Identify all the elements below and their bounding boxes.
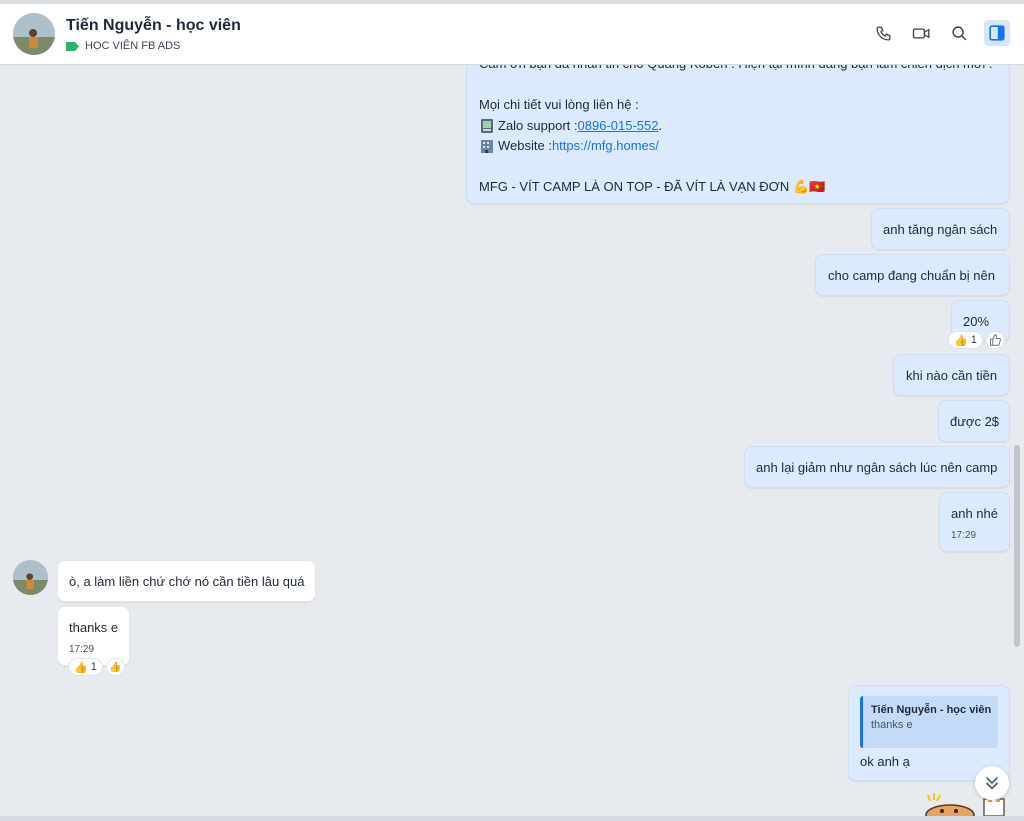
like-outline-icon [990,334,1002,346]
message-time: 17:29 [951,530,977,541]
incoming-message[interactable]: thanks e 17:29 [57,606,130,666]
message-text: 20% [963,314,990,329]
message-text: anh tăng ngân sách [883,222,998,237]
outgoing-message[interactable]: anh tăng ngân sách [871,208,1010,250]
contact-avatar[interactable] [13,13,55,55]
reaction-bar: 👍 1 👍 [68,658,125,676]
outgoing-message[interactable]: anh lại giảm như ngân sách lúc nên camp [744,446,1010,488]
reaction-count-pill[interactable]: 👍 1 [68,658,103,676]
thumbs-up-emoji: 👍 [954,334,968,347]
chat-scrollbar[interactable] [1014,445,1020,647]
zalo-phone-link[interactable]: 0896-015-552 [578,116,659,136]
website-link[interactable]: https://mfg.homes/ [552,136,659,156]
double-chevron-down-icon [986,777,998,790]
zalo-suffix: . [658,117,663,133]
mobile-phone-icon [481,118,493,133]
thumbs-up-emoji: 👍 [74,661,88,674]
message-text: được 2$ [950,414,1000,429]
zalo-label: Zalo support : [498,117,578,133]
scroll-to-bottom-button[interactable] [975,766,1009,800]
reaction-count-pill[interactable]: 👍 1 [948,331,983,349]
website-label: Website : [498,138,552,154]
quoted-text: thanks e [871,719,913,731]
contact-name[interactable]: Tiến Nguyễn - học viên [66,17,241,35]
message-time: 17:29 [69,644,95,655]
office-building-icon [481,140,493,154]
flexed-biceps-emoji: 💪 [793,179,810,195]
website-row: Website : https://mfg.homes/ [479,136,997,157]
message-text: ò, a làm liền chứ chớ nó cần tiền lâu qu… [69,574,305,589]
message-text: thanks e [69,620,119,635]
add-reaction-button[interactable]: 👍 [105,658,125,676]
outgoing-message[interactable]: khi nào cần tiền [893,354,1010,396]
reaction-bar: 👍 1 [948,331,1005,349]
reply-text: ok anh ạ [860,754,910,769]
quoted-sender: Tiến Nguyễn - học viên [871,704,992,716]
label-tag-icon [66,41,79,51]
window-bottom-strip [0,816,1024,821]
incoming-message[interactable]: ò, a làm liền chứ chớ nó cần tiền lâu qu… [57,560,316,602]
auto-reply-message[interactable]: Cảm ơn bạn đã nhắn tin cho Quang Koben .… [466,65,1010,204]
zalo-support-row: Zalo support : 0896-015-552 . [479,116,997,137]
slogan-row: MFG - VÍT CAMP LÀ ON TOP - ĐÃ VÍT LÀ VẠN… [479,177,997,198]
sender-avatar[interactable] [13,560,48,595]
message-text: khi nào cần tiền [906,368,998,383]
message-text: anh lại giảm như ngân sách lúc nên camp [756,460,998,475]
auto-reply-line-2: Mọi chi tiết vui lòng liên hệ : [479,97,639,113]
message-text: cho camp đang chuẩn bị nên [828,268,995,283]
slogan-text: MFG - VÍT CAMP LÀ ON TOP - ĐÃ VÍT LÀ VẠN… [479,179,790,195]
side-panel-icon[interactable] [984,20,1010,46]
message-list[interactable]: Cảm ơn bạn đã nhắn tin cho Quang Koben .… [0,65,1024,816]
reaction-count: 1 [970,334,977,346]
thumbs-up-emoji: 👍 [109,661,122,673]
quoted-message[interactable]: Tiến Nguyễn - học viên thanks e [860,696,998,748]
add-reaction-button[interactable] [985,331,1005,349]
search-icon[interactable] [946,20,972,46]
message-text: anh nhé [951,506,998,521]
auto-reply-line-1: Cảm ơn bạn đã nhắn tin cho Quang Koben .… [479,65,997,75]
contact-label[interactable]: HỌC VIÊN FB ADS [66,40,180,52]
vietnam-flag-emoji: 🇻🇳 [809,179,826,195]
contact-label-text: HỌC VIÊN FB ADS [85,40,181,52]
conversation-header: Tiến Nguyễn - học viên HỌC VIÊN FB ADS [0,4,1024,65]
phone-icon[interactable] [870,20,896,46]
video-call-icon[interactable] [908,20,934,46]
header-actions [870,20,1010,46]
outgoing-message[interactable]: anh nhé 17:29 [939,492,1010,552]
reaction-count: 1 [90,661,97,673]
outgoing-message[interactable]: được 2$ [938,400,1010,442]
outgoing-message[interactable]: cho camp đang chuẩn bị nên [815,254,1010,296]
